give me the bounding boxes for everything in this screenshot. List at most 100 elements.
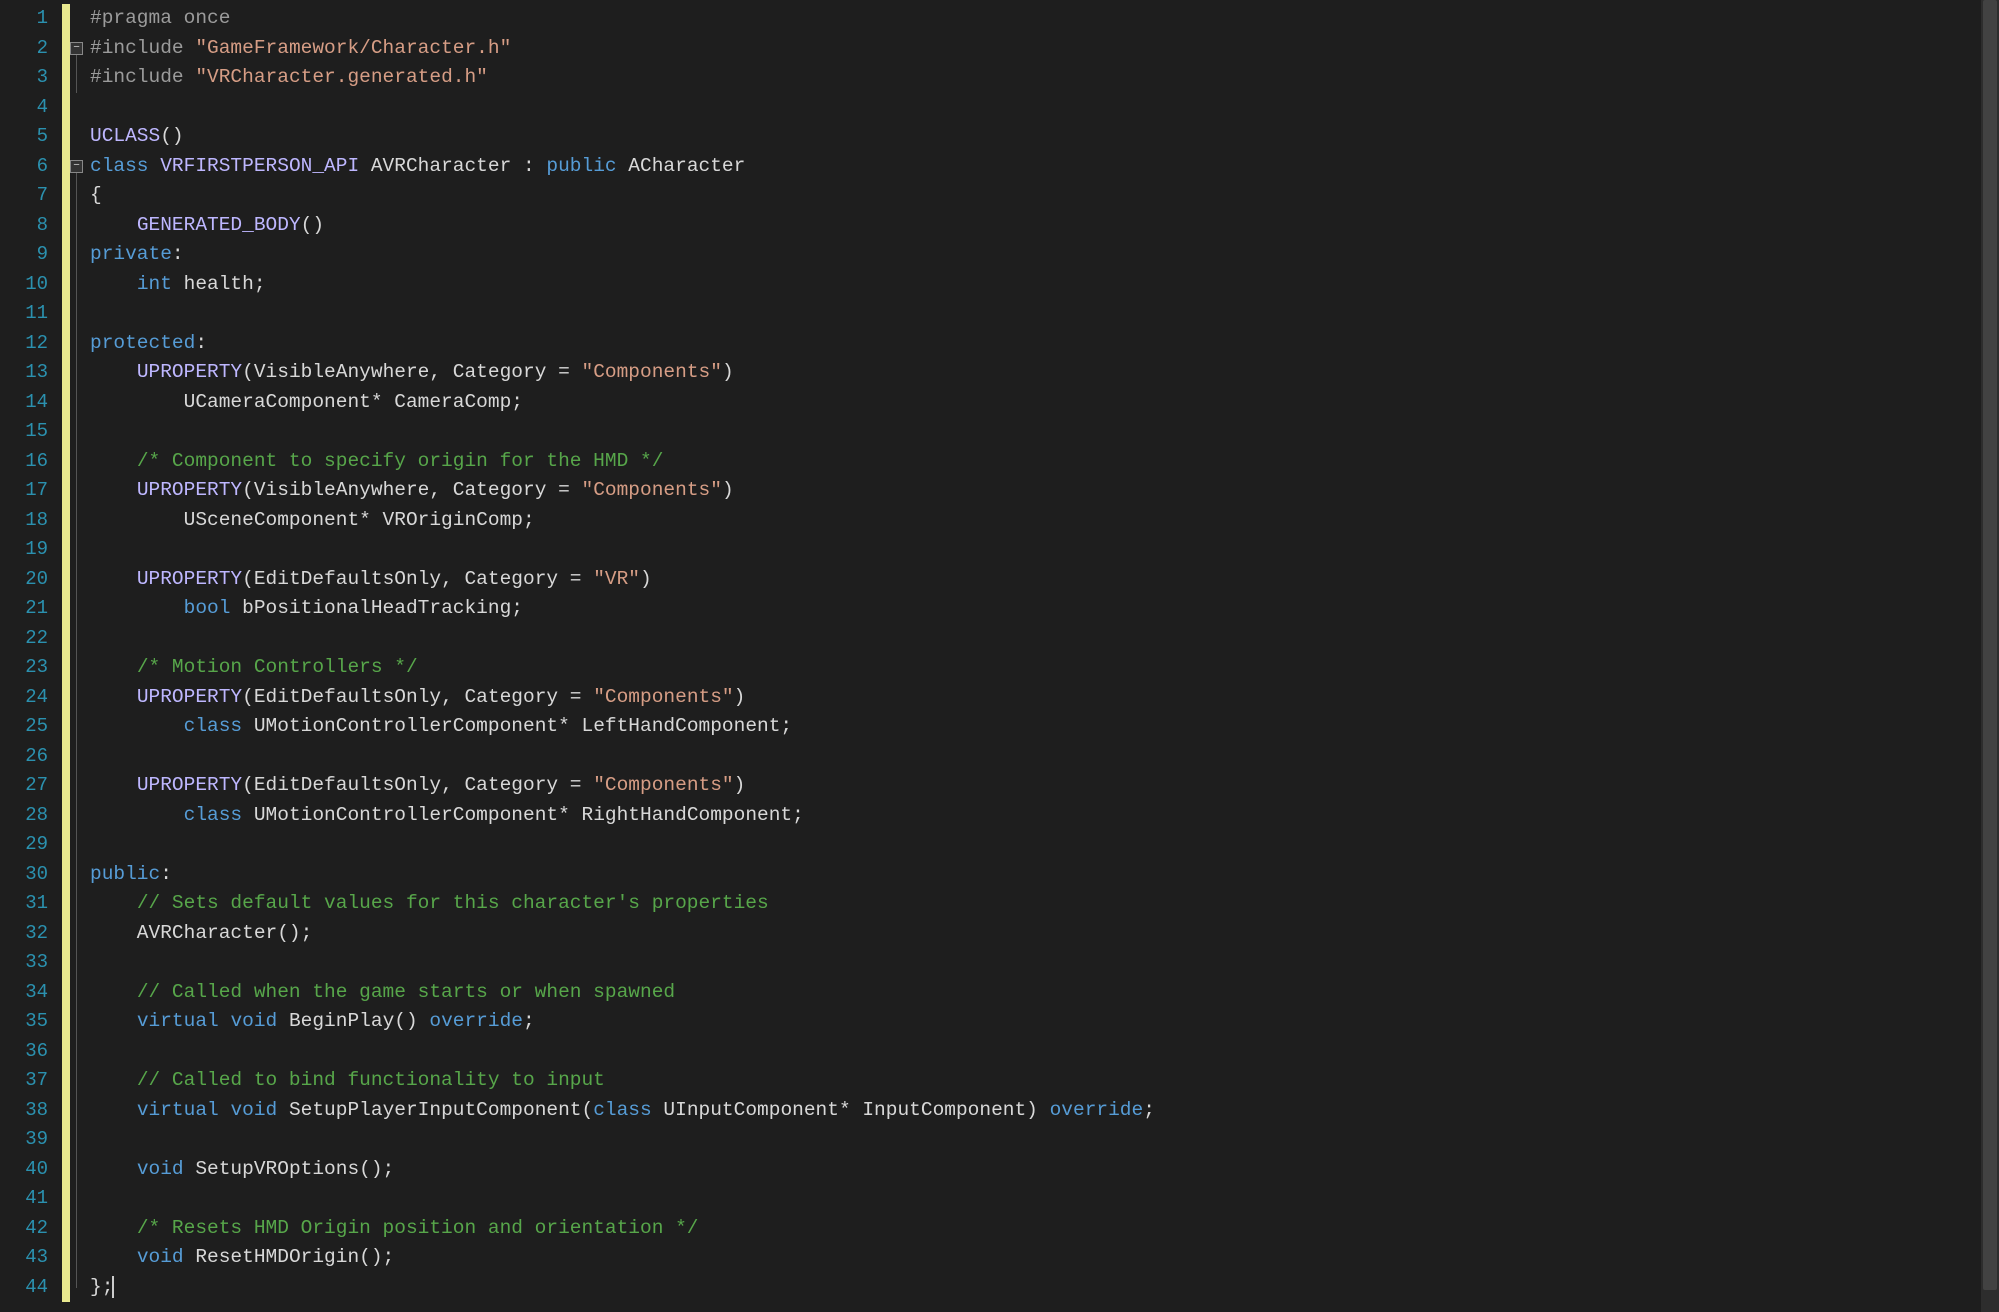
code-token xyxy=(90,1010,137,1032)
line-number: 11 xyxy=(0,299,62,329)
code-line[interactable]: class UMotionControllerComponent* RightH… xyxy=(90,801,1999,831)
code-line[interactable] xyxy=(90,830,1999,860)
code-line[interactable]: void SetupVROptions(); xyxy=(90,1155,1999,1185)
code-token: virtual xyxy=(137,1010,219,1032)
code-token: private xyxy=(90,243,172,265)
code-line[interactable] xyxy=(90,535,1999,565)
line-modified-marker xyxy=(62,978,70,1008)
line-modified-marker xyxy=(62,1184,70,1214)
code-line[interactable]: int health; xyxy=(90,270,1999,300)
code-line[interactable] xyxy=(90,1125,1999,1155)
code-line[interactable]: UCameraComponent* CameraComp; xyxy=(90,388,1999,418)
line-modified-marker xyxy=(62,152,70,182)
code-line[interactable]: // Called to bind functionality to input xyxy=(90,1066,1999,1096)
fold-cell xyxy=(70,1007,88,1037)
code-line[interactable]: private: xyxy=(90,240,1999,270)
code-line[interactable]: AVRCharacter(); xyxy=(90,919,1999,949)
code-token: UPROPERTY xyxy=(137,568,242,590)
code-line[interactable]: UPROPERTY(VisibleAnywhere, Category = "C… xyxy=(90,476,1999,506)
fold-cell: − xyxy=(70,34,88,64)
code-line[interactable]: void ResetHMDOrigin(); xyxy=(90,1243,1999,1273)
line-modified-marker xyxy=(62,447,70,477)
line-number: 23 xyxy=(0,653,62,683)
code-token xyxy=(219,1010,231,1032)
fold-cell xyxy=(70,830,88,860)
code-line[interactable]: virtual void BeginPlay() override; xyxy=(90,1007,1999,1037)
code-line[interactable]: UCLASS() xyxy=(90,122,1999,152)
line-modified-marker xyxy=(62,653,70,683)
code-token: SetupVROptions(); xyxy=(184,1158,395,1180)
code-line[interactable]: protected: xyxy=(90,329,1999,359)
code-token: health; xyxy=(172,273,266,295)
code-line[interactable]: bool bPositionalHeadTracking; xyxy=(90,594,1999,624)
line-number: 8 xyxy=(0,211,62,241)
fold-toggle-icon[interactable]: − xyxy=(70,42,83,55)
code-line[interactable]: /* Component to specify origin for the H… xyxy=(90,447,1999,477)
line-number: 15 xyxy=(0,417,62,447)
code-area[interactable]: #pragma once#include "GameFramework/Char… xyxy=(88,0,1999,1312)
line-modified-marker xyxy=(62,801,70,831)
code-line[interactable]: { xyxy=(90,181,1999,211)
fold-cell xyxy=(70,506,88,536)
fold-cell xyxy=(70,1184,88,1214)
fold-cell xyxy=(70,1273,88,1303)
code-line[interactable] xyxy=(90,417,1999,447)
code-line[interactable]: UPROPERTY(EditDefaultsOnly, Category = "… xyxy=(90,565,1999,595)
line-modified-marker xyxy=(62,1007,70,1037)
code-line[interactable]: // Sets default values for this characte… xyxy=(90,889,1999,919)
code-line[interactable]: #pragma once xyxy=(90,4,1999,34)
code-token: "Components" xyxy=(593,774,733,796)
code-token: void xyxy=(137,1246,184,1268)
code-line[interactable] xyxy=(90,1037,1999,1067)
code-line[interactable]: /* Motion Controllers */ xyxy=(90,653,1999,683)
code-line[interactable]: UPROPERTY(VisibleAnywhere, Category = "C… xyxy=(90,358,1999,388)
code-token: "Components" xyxy=(582,361,722,383)
fold-cell xyxy=(70,653,88,683)
code-line[interactable]: GENERATED_BODY() xyxy=(90,211,1999,241)
code-token xyxy=(90,804,184,826)
code-token: UPROPERTY xyxy=(137,361,242,383)
line-number: 42 xyxy=(0,1214,62,1244)
code-line[interactable]: UPROPERTY(EditDefaultsOnly, Category = "… xyxy=(90,771,1999,801)
code-token xyxy=(90,1158,137,1180)
code-line[interactable] xyxy=(90,299,1999,329)
code-line[interactable]: class VRFIRSTPERSON_API AVRCharacter : p… xyxy=(90,152,1999,182)
code-line[interactable]: public: xyxy=(90,860,1999,890)
fold-cell xyxy=(70,594,88,624)
line-number: 13 xyxy=(0,358,62,388)
code-line[interactable]: #include "GameFramework/Character.h" xyxy=(90,34,1999,64)
code-line[interactable]: USceneComponent* VROriginComp; xyxy=(90,506,1999,536)
line-number: 19 xyxy=(0,535,62,565)
code-editor: 1234567891011121314151617181920212223242… xyxy=(0,0,1999,1312)
vertical-scrollbar-thumb[interactable] xyxy=(1983,0,1997,1290)
code-line[interactable]: #include "VRCharacter.generated.h" xyxy=(90,63,1999,93)
code-token: : xyxy=(172,243,184,265)
code-token: UCLASS xyxy=(90,125,160,147)
line-number: 6 xyxy=(0,152,62,182)
code-line[interactable]: // Called when the game starts or when s… xyxy=(90,978,1999,1008)
code-token: "VRCharacter.generated.h" xyxy=(195,66,488,88)
code-line[interactable]: /* Resets HMD Origin position and orient… xyxy=(90,1214,1999,1244)
code-token: () xyxy=(301,214,324,236)
fold-cell xyxy=(70,948,88,978)
fold-cell xyxy=(70,1214,88,1244)
code-line[interactable]: virtual void SetupPlayerInputComponent(c… xyxy=(90,1096,1999,1126)
code-token: int xyxy=(137,273,172,295)
code-line[interactable] xyxy=(90,93,1999,123)
code-token xyxy=(90,1217,137,1239)
code-line[interactable] xyxy=(90,1184,1999,1214)
code-token: () xyxy=(160,125,183,147)
code-line[interactable]: UPROPERTY(EditDefaultsOnly, Category = "… xyxy=(90,683,1999,713)
vertical-scrollbar[interactable] xyxy=(1981,0,1999,1312)
code-line[interactable]: }; xyxy=(90,1273,1999,1303)
code-line[interactable] xyxy=(90,948,1999,978)
code-token: UPROPERTY xyxy=(137,479,242,501)
code-token: UMotionControllerComponent* RightHandCom… xyxy=(242,804,804,826)
line-number: 37 xyxy=(0,1066,62,1096)
code-line[interactable] xyxy=(90,624,1999,654)
code-line[interactable] xyxy=(90,742,1999,772)
code-token: UMotionControllerComponent* LeftHandComp… xyxy=(242,715,792,737)
fold-cell xyxy=(70,1037,88,1067)
code-line[interactable]: class UMotionControllerComponent* LeftHa… xyxy=(90,712,1999,742)
fold-toggle-icon[interactable]: − xyxy=(70,160,83,173)
